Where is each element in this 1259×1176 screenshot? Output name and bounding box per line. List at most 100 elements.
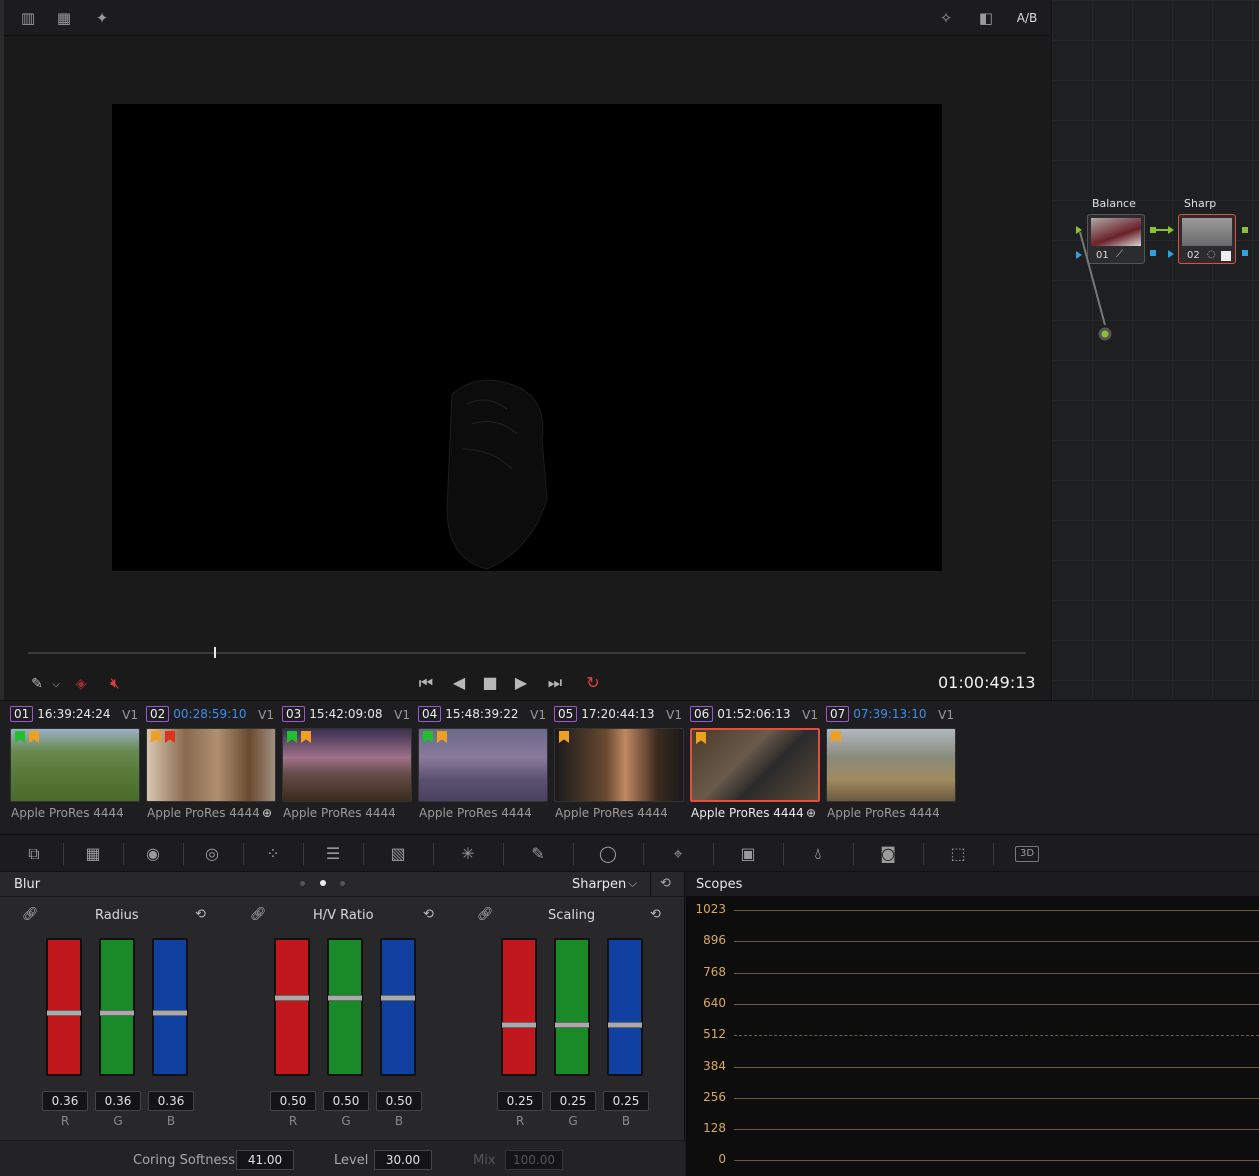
slider-handle[interactable] xyxy=(328,995,362,1001)
window-icon[interactable]: ◯ xyxy=(595,843,621,865)
clip-04[interactable]: 04 15:48:39:22 V1 Apple ProRes 4444 xyxy=(418,706,548,820)
node-label-balance: Balance xyxy=(1092,197,1136,210)
link-icon[interactable]: 🔗︎ xyxy=(250,907,267,922)
value-field-r[interactable]: 0.50 xyxy=(270,1091,316,1111)
slider-r[interactable] xyxy=(501,938,537,1076)
sizing-icon[interactable]: ⬚ xyxy=(945,843,971,865)
step-back-icon[interactable]: ◀ xyxy=(448,672,470,694)
clip-thumbnail[interactable] xyxy=(418,728,548,802)
ab-compare-button[interactable]: A/B xyxy=(1012,8,1042,28)
blur-icon[interactable]: 💧︎ xyxy=(805,843,831,865)
flag-icon xyxy=(559,731,569,743)
clip-01[interactable]: 01 16:39:24:24 V1 Apple ProRes 4444 xyxy=(10,706,140,820)
scope-tick-label: 128 xyxy=(703,1121,726,1135)
skip-start-icon[interactable]: ⏮︎ xyxy=(415,672,437,694)
loop-icon[interactable]: ↻ xyxy=(582,672,604,694)
mute-icon[interactable]: 🔇︎ xyxy=(104,672,126,694)
value-field-g[interactable]: 0.36 xyxy=(95,1091,141,1111)
slider-b[interactable] xyxy=(152,938,188,1076)
color-match-icon[interactable]: ▦ xyxy=(80,843,106,865)
slider-handle[interactable] xyxy=(47,1010,81,1016)
skip-end-icon[interactable]: ⏭︎ xyxy=(544,672,566,694)
clip-07[interactable]: 07 07:39:13:10 V1 Apple ProRes 4444 xyxy=(826,706,956,820)
magic-mask-icon[interactable]: ▣ xyxy=(735,843,761,865)
value-field-g[interactable]: 0.25 xyxy=(550,1091,596,1111)
slider-b[interactable] xyxy=(607,938,643,1076)
value-field-b[interactable]: 0.25 xyxy=(603,1091,649,1111)
motion-effects-icon[interactable]: ☰ xyxy=(320,843,346,865)
clip-thumbnail[interactable] xyxy=(10,728,140,802)
chevron-down-icon[interactable]: ⌵ xyxy=(45,674,67,696)
playhead[interactable] xyxy=(214,647,216,658)
hdr-icon[interactable]: ◎ xyxy=(199,843,225,865)
3d-icon[interactable]: 3D xyxy=(1015,846,1039,862)
layers-icon[interactable]: ◈ xyxy=(70,673,92,695)
color-warper-icon[interactable]: ✳ xyxy=(455,843,481,865)
highlight-icon[interactable]: ◧ xyxy=(974,8,998,28)
slider-handle[interactable] xyxy=(153,1010,187,1016)
play-icon[interactable]: ▶ xyxy=(510,672,532,694)
page-dot[interactable] xyxy=(300,881,305,886)
link-icon[interactable]: 🔗︎ xyxy=(477,907,494,922)
flag-icon xyxy=(29,731,39,743)
sparkle-icon[interactable]: ✧ xyxy=(934,8,958,28)
link-icon[interactable]: 🔗︎ xyxy=(22,907,39,922)
level-field[interactable]: 30.00 xyxy=(374,1150,432,1170)
clip-header: 05 17:20:44:13 V1 xyxy=(554,706,684,726)
slider-g[interactable] xyxy=(327,938,363,1076)
timeline-scrubber[interactable] xyxy=(28,652,1026,654)
clip-03[interactable]: 03 15:42:09:08 V1 Apple ProRes 4444 xyxy=(282,706,412,820)
slider-b[interactable] xyxy=(380,938,416,1076)
slider-r[interactable] xyxy=(46,938,82,1076)
chevron-down-icon[interactable]: ⌵ xyxy=(628,876,637,891)
clip-thumbnail[interactable] xyxy=(826,728,956,802)
clip-thumbnail[interactable] xyxy=(282,728,412,802)
page-dot[interactable] xyxy=(340,881,345,886)
clip-timecode: 15:42:09:08 xyxy=(309,707,383,721)
slider-g[interactable] xyxy=(99,938,135,1076)
magic-wand-icon[interactable]: ✦ xyxy=(90,8,114,28)
value-field-g[interactable]: 0.50 xyxy=(323,1091,369,1111)
clip-thumbnail[interactable] xyxy=(690,728,820,802)
slider-handle[interactable] xyxy=(381,995,415,1001)
stop-icon[interactable]: ■ xyxy=(479,672,501,694)
slider-r[interactable] xyxy=(274,938,310,1076)
scope-tick-label: 768 xyxy=(703,965,726,979)
value-field-b[interactable]: 0.36 xyxy=(148,1091,194,1111)
curves-icon[interactable]: ▧ xyxy=(385,843,411,865)
value-field-b[interactable]: 0.50 xyxy=(376,1091,422,1111)
mix-field[interactable]: 100.00 xyxy=(505,1150,563,1170)
slider-handle[interactable] xyxy=(555,1022,589,1028)
clip-06[interactable]: 06 01:52:06:13 V1 Apple ProRes 4444 ⊕ xyxy=(690,706,820,820)
rgb-mixer-icon[interactable]: ⁘ xyxy=(260,843,286,865)
page-dot-active[interactable] xyxy=(320,880,326,886)
clip-codec: Apple ProRes 4444 xyxy=(283,806,396,820)
reset-all-icon[interactable]: ⟲ xyxy=(660,876,671,891)
clip-thumbnail[interactable] xyxy=(554,728,684,802)
single-viewer-icon[interactable]: ▥ xyxy=(16,8,40,28)
reset-icon[interactable]: ⟲ xyxy=(195,907,206,922)
gallery-icon[interactable]: ▦ xyxy=(52,8,76,28)
tracker-icon[interactable]: ⌖ xyxy=(665,843,691,865)
slider-handle[interactable] xyxy=(608,1022,642,1028)
clip-05[interactable]: 05 17:20:44:13 V1 Apple ProRes 4444 xyxy=(554,706,684,820)
mode-dropdown[interactable]: Sharpen xyxy=(572,877,626,892)
clip-thumbnail[interactable] xyxy=(146,728,276,802)
value-field-r[interactable]: 0.36 xyxy=(42,1091,88,1111)
slider-handle[interactable] xyxy=(275,995,309,1001)
reset-icon[interactable]: ⟲ xyxy=(423,907,434,922)
camera-raw-icon[interactable]: ⧉ xyxy=(21,843,47,865)
slider-handle[interactable] xyxy=(100,1010,134,1016)
clip-02[interactable]: 02 00:28:59:10 V1 Apple ProRes 4444 ⊕ xyxy=(146,706,276,820)
slider-g[interactable] xyxy=(554,938,590,1076)
value-field-r[interactable]: 0.25 xyxy=(497,1091,543,1111)
color-wheels-icon[interactable]: ◉ xyxy=(140,843,166,865)
tracker-icon: ⊕ xyxy=(806,806,817,820)
slider-handle[interactable] xyxy=(502,1022,536,1028)
key-icon[interactable]: ◙ xyxy=(875,843,901,865)
reset-icon[interactable]: ⟲ xyxy=(650,907,661,922)
qualifier-icon[interactable]: ✎ xyxy=(525,843,551,865)
frame-image xyxy=(446,379,548,570)
coring-softness-field[interactable]: 41.00 xyxy=(236,1150,294,1170)
group-title: Radius xyxy=(95,908,139,923)
